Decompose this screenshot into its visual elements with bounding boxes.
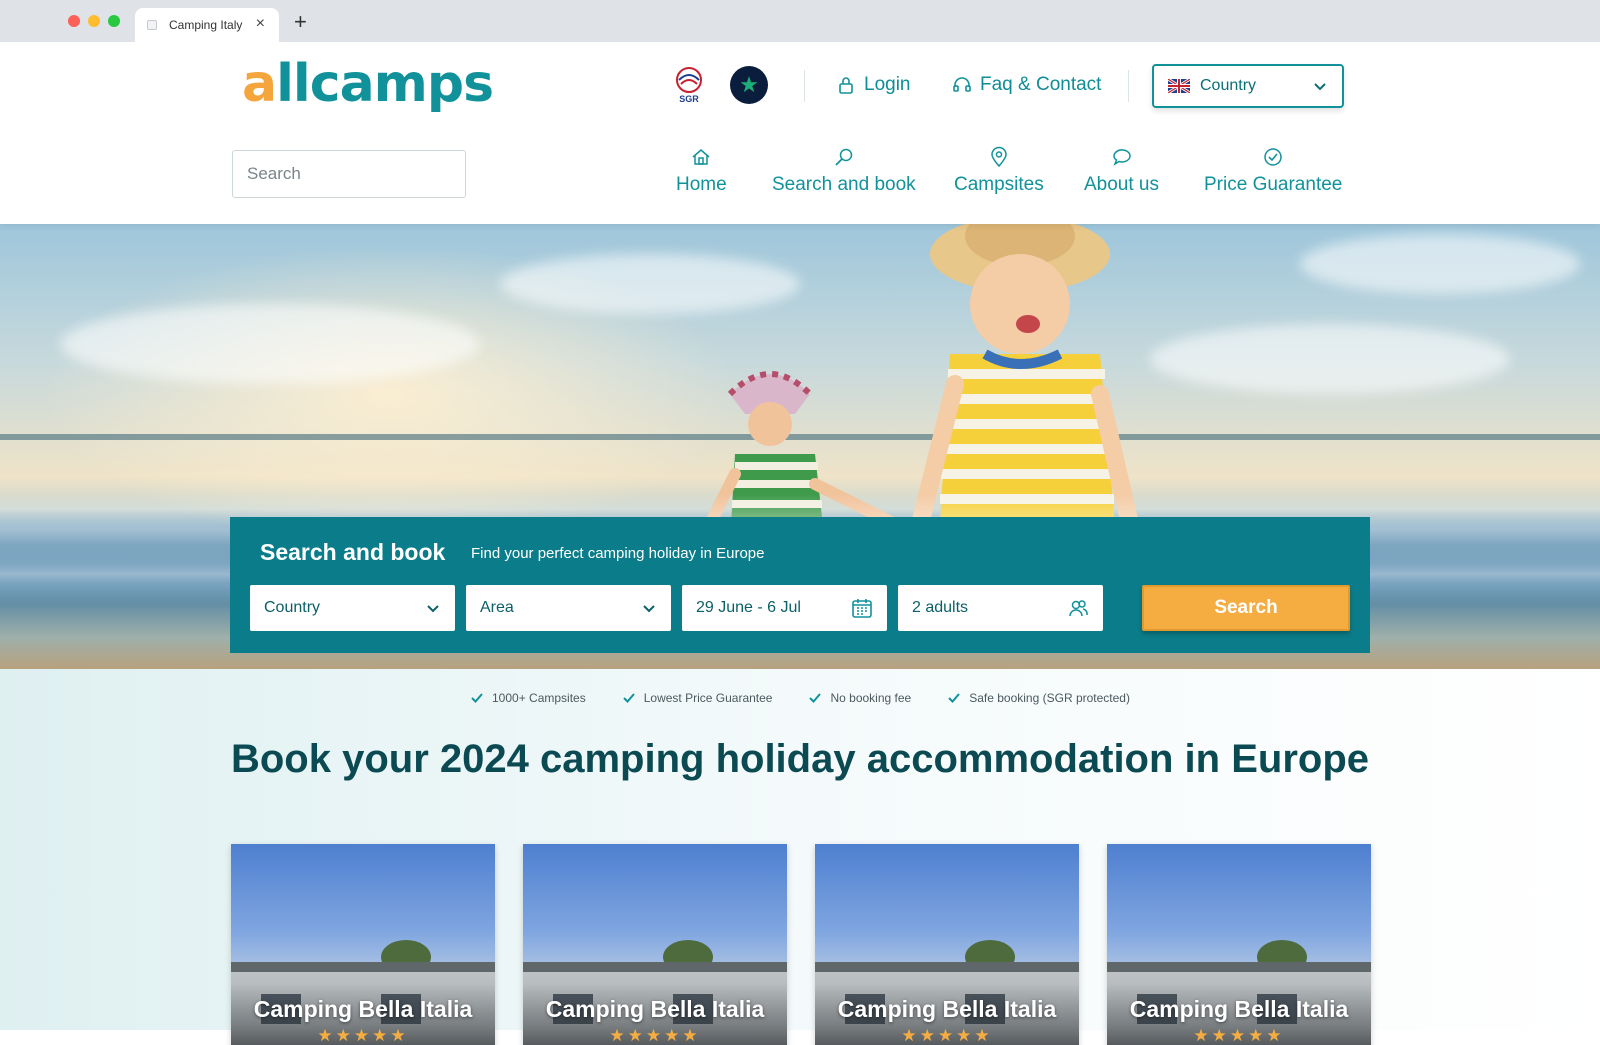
search-and-book-panel: Search and book Find your perfect campin… [230, 517, 1370, 653]
site-search[interactable] [232, 150, 468, 198]
home-icon [692, 149, 710, 165]
allcamps-logo[interactable]: allcamps [242, 54, 494, 114]
tab-close-icon[interactable]: × [256, 15, 265, 33]
country-selector[interactable]: Country [1152, 64, 1344, 108]
nav-price-guarantee[interactable]: Price Guarantee [1204, 146, 1342, 196]
area-select-value: Area [480, 599, 514, 616]
guests-value: 2 adults [912, 599, 969, 616]
nav-search-and-book[interactable]: Search and book [772, 146, 916, 196]
date-picker[interactable]: 29 June - 6 Jul [682, 585, 887, 631]
campsite-card[interactable]: Camping Bella Italia ★★★★★ [523, 844, 787, 1045]
nav-campsites-label: Campsites [954, 174, 1044, 195]
campsite-name: Camping Bella Italia [1129, 996, 1349, 1022]
close-window-button[interactable] [68, 15, 80, 27]
nav-home-label: Home [676, 174, 727, 195]
faq-label: Faq & Contact [980, 74, 1102, 95]
search-input[interactable] [247, 164, 468, 184]
divider [804, 70, 805, 102]
favicon-icon [147, 20, 157, 30]
minimize-window-button[interactable] [88, 15, 100, 27]
uk-flag-icon [1168, 79, 1190, 93]
booking-subtitle: Find your perfect camping holiday in Eur… [471, 545, 765, 562]
page-headline: Book your 2024 camping holiday accommoda… [230, 737, 1369, 781]
campsite-name: Camping Bella Italia [253, 996, 473, 1022]
nav-home[interactable]: Home [676, 146, 727, 196]
maximize-window-button[interactable] [108, 15, 120, 27]
cloud [1150, 324, 1510, 394]
country-select[interactable]: Country [250, 585, 455, 631]
nav-search-label: Search and book [772, 174, 916, 195]
tab-title: Camping Italy [169, 18, 243, 32]
check-icon [623, 693, 635, 703]
chevron-down-icon [427, 605, 439, 613]
browser-chrome: Camping Italy × + [0, 0, 1600, 42]
check-icon [809, 693, 822, 703]
guests-selector[interactable]: 2 adults [898, 585, 1103, 631]
date-value: 29 June - 6 Jul [696, 599, 801, 616]
chevron-down-icon [1314, 83, 1326, 91]
check-circle-icon [1264, 148, 1282, 166]
check-icon [471, 693, 483, 703]
lock-icon [839, 77, 853, 94]
country-label: Country [1200, 77, 1257, 94]
sgr-label: SGR [679, 94, 699, 104]
new-tab-button[interactable]: + [294, 11, 307, 33]
cloud [60, 304, 480, 384]
nav-about-label: About us [1084, 174, 1159, 195]
trustpilot-star-icon[interactable]: ★ [730, 66, 768, 104]
divider [1128, 70, 1129, 102]
star-rating-icon: ★★★★★ [317, 1026, 409, 1045]
nav-campsites[interactable]: Campsites [954, 146, 1044, 196]
calendar-icon [852, 599, 872, 618]
sgr-logo-icon: SGR [676, 67, 702, 104]
usp-item: 1000+ Campsites [470, 691, 586, 705]
star-rating-icon: ★★★★★ [901, 1026, 993, 1045]
page: allcamps SGR ★ Login Faq & Contact Count… [0, 42, 1600, 1045]
faq-contact-link[interactable]: Faq & Contact [952, 74, 1101, 96]
nav-price-label: Price Guarantee [1204, 174, 1343, 195]
campsite-name: Camping Bella Italia [837, 996, 1057, 1022]
area-select[interactable]: Area [466, 585, 671, 631]
usp-list: 1000+ Campsites Lowest Price Guarantee N… [0, 691, 1600, 705]
usp-item: Lowest Price Guarantee [622, 691, 772, 705]
check-icon [948, 693, 960, 703]
content-section: 1000+ Campsites Lowest Price Guarantee N… [0, 669, 1600, 1045]
magnifier-icon [835, 148, 853, 166]
chevron-down-icon [643, 605, 655, 613]
users-icon [1069, 600, 1088, 617]
country-select-value: Country [264, 599, 321, 616]
campsite-card[interactable]: Camping Bella Italia ★★★★★ [231, 844, 495, 1045]
site-header: allcamps SGR ★ Login Faq & Contact Count… [0, 42, 1600, 224]
login-label: Login [864, 74, 911, 95]
cloud [1300, 234, 1580, 294]
headset-icon [953, 77, 971, 92]
cloud [500, 254, 800, 314]
booking-title: Search and book [260, 539, 446, 565]
campsite-card[interactable]: Camping Bella Italia ★★★★★ [815, 844, 1079, 1045]
nav-about-us[interactable]: About us [1084, 146, 1159, 196]
star-rating-icon: ★★★★★ [1193, 1026, 1285, 1045]
campsite-card[interactable]: Camping Bella Italia ★★★★★ [1107, 844, 1371, 1045]
browser-tab[interactable]: Camping Italy × [135, 8, 279, 42]
campsite-name: Camping Bella Italia [545, 996, 765, 1022]
map-pin-icon [991, 146, 1007, 168]
usp-item: No booking fee [808, 691, 911, 705]
login-link[interactable]: Login [836, 74, 911, 96]
star-rating-icon: ★★★★★ [609, 1026, 701, 1045]
chat-bubble-icon [1112, 149, 1131, 166]
search-button[interactable]: Search [1142, 585, 1350, 631]
usp-item: Safe booking (SGR protected) [947, 691, 1130, 705]
